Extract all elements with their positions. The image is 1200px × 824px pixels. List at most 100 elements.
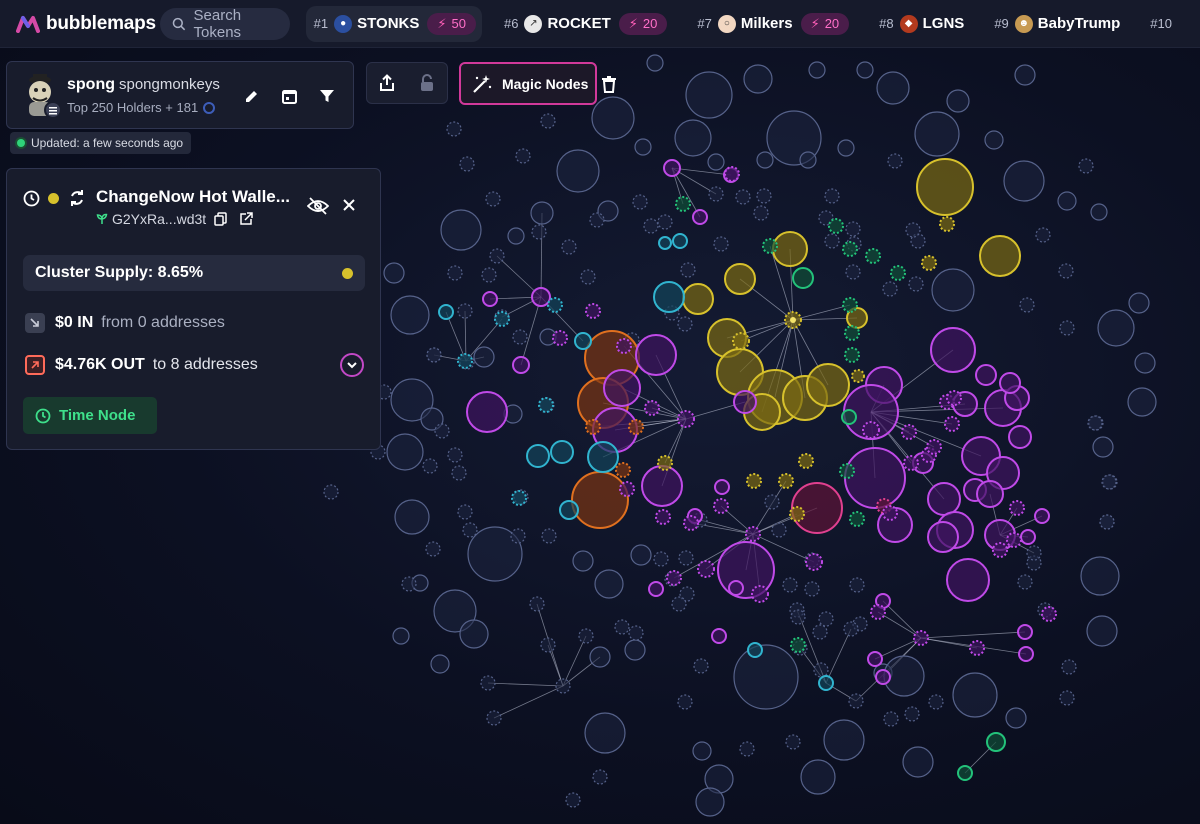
trending-item[interactable]: #7 ○ Milkers ⚡ 20 bbox=[689, 6, 857, 42]
wallet-bubble[interactable] bbox=[446, 121, 462, 137]
wallet-bubble[interactable] bbox=[624, 639, 646, 661]
wallet-bubble[interactable] bbox=[756, 188, 772, 204]
wallet-bubble[interactable] bbox=[870, 604, 886, 620]
wallet-bubble[interactable] bbox=[531, 224, 547, 240]
share-icon[interactable] bbox=[378, 74, 396, 92]
wallet-bubble[interactable] bbox=[882, 281, 898, 297]
wallet-bubble[interactable] bbox=[1097, 309, 1135, 347]
wallet-bubble[interactable] bbox=[813, 662, 829, 678]
wallet-bubble[interactable] bbox=[849, 511, 865, 527]
wallet-bubble[interactable] bbox=[644, 400, 660, 416]
wallet-bubble[interactable] bbox=[592, 769, 608, 785]
wallet-bubble[interactable] bbox=[856, 61, 874, 79]
wallet-bubble[interactable] bbox=[913, 630, 929, 646]
wallet-bubble[interactable] bbox=[986, 732, 1006, 752]
wallet-bubble[interactable] bbox=[969, 640, 985, 656]
wallet-bubble[interactable] bbox=[603, 369, 641, 407]
magic-nodes-button[interactable]: Magic Nodes bbox=[459, 62, 597, 105]
wallet-bubble[interactable] bbox=[587, 441, 619, 473]
wallet-bubble[interactable] bbox=[482, 291, 498, 307]
wallet-bubble[interactable] bbox=[751, 585, 769, 603]
wallet-bubble[interactable] bbox=[842, 297, 858, 313]
wallet-bubble[interactable] bbox=[634, 138, 652, 156]
wallet-bubble[interactable] bbox=[927, 482, 961, 516]
wallet-bubble[interactable] bbox=[580, 269, 596, 285]
wallet-bubble[interactable] bbox=[1086, 615, 1118, 647]
wallet-bubble[interactable] bbox=[1005, 707, 1027, 729]
wallet-bubble[interactable] bbox=[946, 89, 970, 113]
wallet-bubble[interactable] bbox=[789, 506, 805, 522]
wallet-bubble[interactable] bbox=[1087, 415, 1103, 431]
wallet-bubble[interactable] bbox=[724, 166, 740, 182]
wallet-bubble[interactable] bbox=[999, 372, 1021, 394]
wallet-bubble[interactable] bbox=[1101, 474, 1117, 490]
wallet-bubble[interactable] bbox=[939, 216, 955, 232]
wallet-bubble[interactable] bbox=[1059, 690, 1075, 706]
boost-badge[interactable]: ⚡ 50 bbox=[427, 12, 476, 35]
wallet-bubble[interactable] bbox=[799, 151, 817, 169]
wallet-bubble[interactable] bbox=[440, 209, 482, 251]
wallet-bubble[interactable] bbox=[677, 316, 693, 332]
wallet-bubble[interactable] bbox=[1006, 532, 1022, 548]
wallet-bubble[interactable] bbox=[804, 581, 820, 597]
wallet-bubble[interactable] bbox=[430, 654, 450, 674]
wallet-bubble[interactable] bbox=[952, 672, 998, 718]
wallet-bubble[interactable] bbox=[828, 218, 844, 234]
wallet-bubble[interactable] bbox=[1017, 624, 1033, 640]
wallet-bubble[interactable] bbox=[658, 236, 672, 250]
wallet-bubble[interactable] bbox=[946, 558, 990, 602]
wallet-bubble[interactable] bbox=[824, 233, 840, 249]
wallet-bubble[interactable] bbox=[1128, 292, 1150, 314]
wallet-bubble[interactable] bbox=[526, 444, 550, 468]
wallet-bubble[interactable] bbox=[447, 265, 463, 281]
wallet-bubble[interactable] bbox=[762, 238, 778, 254]
wallet-bubble[interactable] bbox=[401, 576, 417, 592]
wallet-bubble[interactable] bbox=[561, 239, 577, 255]
wallet-bubble[interactable] bbox=[494, 311, 510, 327]
wallet-bubble[interactable] bbox=[921, 255, 937, 271]
wallet-bubble[interactable] bbox=[585, 419, 601, 435]
expand-outflow-button[interactable] bbox=[340, 353, 364, 377]
wallet-bubble[interactable] bbox=[447, 447, 463, 463]
wallet-bubble[interactable] bbox=[1009, 500, 1025, 516]
wallet-bubble[interactable] bbox=[1099, 514, 1115, 530]
wallet-bubble[interactable] bbox=[481, 267, 497, 283]
wallet-bubble[interactable] bbox=[1134, 352, 1156, 374]
wallet-bubble[interactable] bbox=[902, 746, 934, 778]
external-link-icon[interactable] bbox=[239, 212, 253, 226]
wallet-bubble[interactable] bbox=[842, 241, 858, 257]
wallet-bubble[interactable] bbox=[930, 327, 976, 373]
wallet-bubble[interactable] bbox=[425, 541, 441, 557]
wallet-bubble[interactable] bbox=[614, 619, 630, 635]
trending-item[interactable]: #10 bbox=[1142, 6, 1186, 42]
wallet-bubble[interactable] bbox=[473, 346, 495, 368]
wallet-bubble[interactable] bbox=[1034, 508, 1050, 524]
wallet-bubble[interactable] bbox=[616, 338, 632, 354]
trending-item[interactable]: #9 ☻ BabyTrump bbox=[986, 6, 1128, 42]
wallet-bubble[interactable] bbox=[904, 706, 920, 722]
wallet-bubble[interactable] bbox=[1035, 227, 1051, 243]
wallet-bubble[interactable] bbox=[848, 693, 864, 709]
wallet-bubble[interactable] bbox=[394, 499, 430, 535]
wallet-bubble[interactable] bbox=[457, 303, 473, 319]
wallet-bubble[interactable] bbox=[849, 577, 865, 593]
calendar-button[interactable] bbox=[277, 84, 301, 108]
wallet-bubble[interactable] bbox=[845, 264, 861, 280]
wallet-bubble[interactable] bbox=[798, 453, 814, 469]
wallet-bubble[interactable] bbox=[540, 637, 556, 653]
wallet-bubble[interactable] bbox=[714, 479, 730, 495]
wallet-bubble[interactable] bbox=[685, 71, 733, 119]
wallet-bubble[interactable] bbox=[984, 130, 1004, 150]
wallet-bubble[interactable] bbox=[931, 268, 975, 312]
search-input[interactable]: Search Tokens bbox=[159, 7, 290, 41]
wallet-bubble[interactable] bbox=[459, 156, 475, 172]
wallet-bubble[interactable] bbox=[1090, 203, 1108, 221]
wallet-bubble[interactable] bbox=[480, 675, 496, 691]
wallet-bubble[interactable] bbox=[628, 625, 644, 641]
wallet-bubble[interactable] bbox=[512, 329, 528, 345]
wallet-bubble[interactable] bbox=[531, 287, 551, 307]
wallet-bubble[interactable] bbox=[486, 710, 502, 726]
wallet-bubble[interactable] bbox=[538, 397, 554, 413]
wallet-bubble[interactable] bbox=[426, 347, 442, 363]
wallet-bubble[interactable] bbox=[957, 765, 973, 781]
